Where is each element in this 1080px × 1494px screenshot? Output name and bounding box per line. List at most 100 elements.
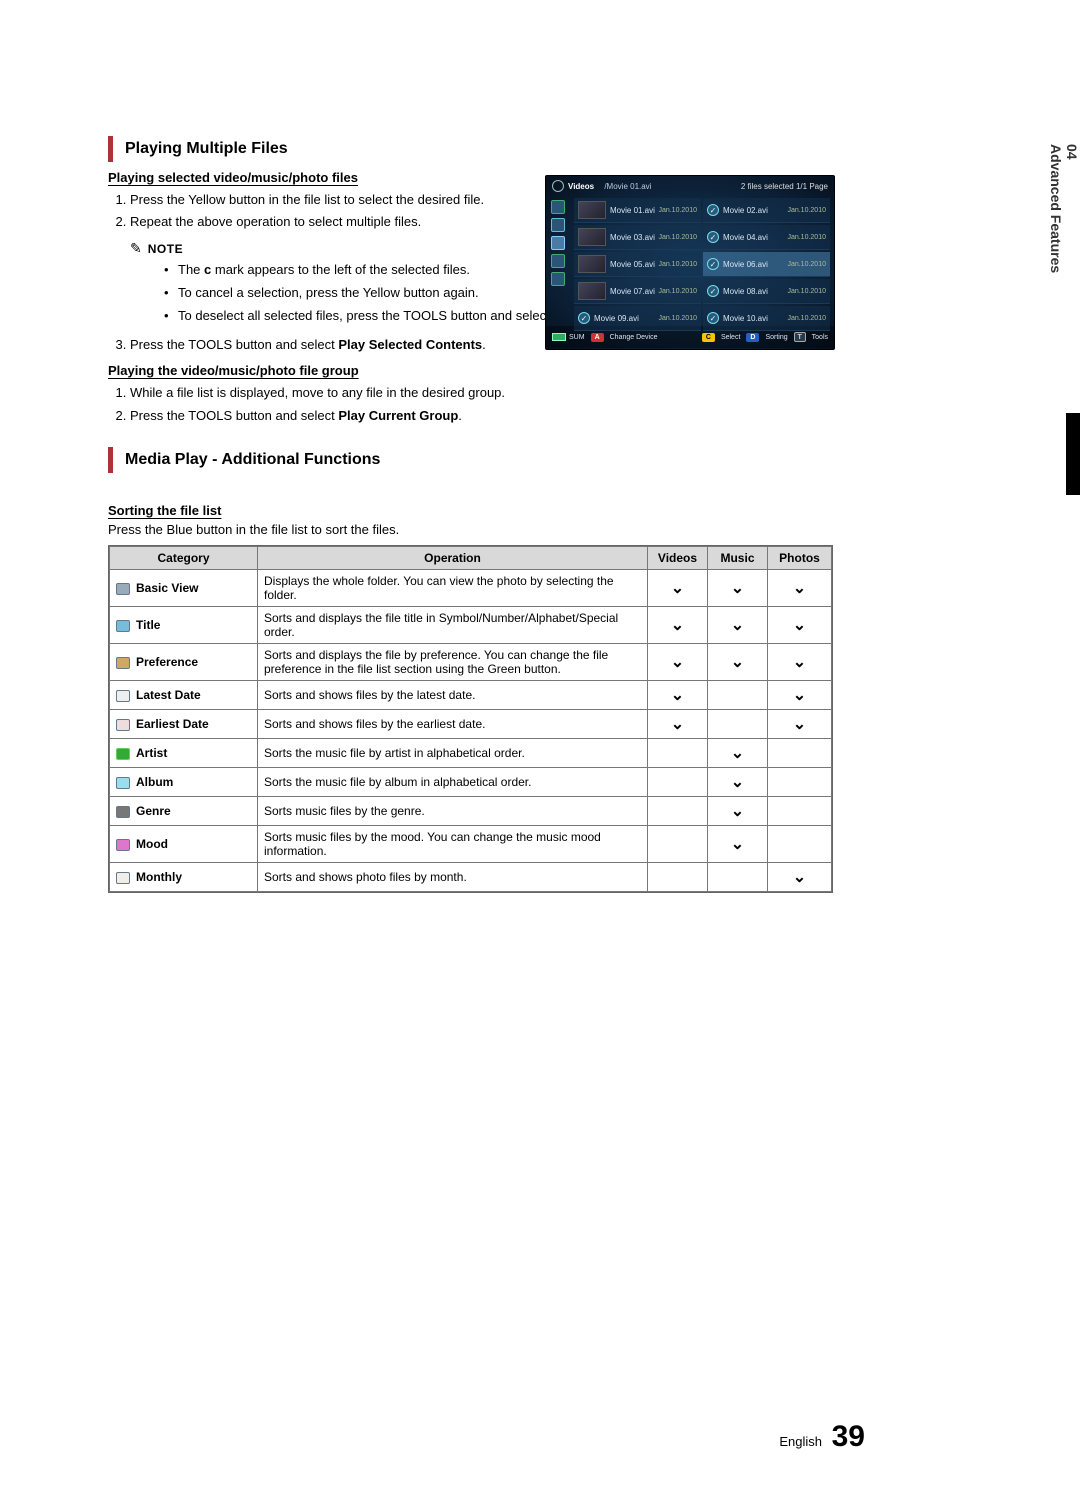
selected-check-icon: ✓ <box>578 312 590 324</box>
file-cell: Movie 03.aviJan.10.2010 <box>574 225 701 250</box>
support-cell: ⌄ <box>768 862 832 891</box>
check-icon: ⌄ <box>731 615 744 635</box>
heading-text: Media Play - Additional Functions <box>125 447 380 473</box>
step-2-1: While a file list is displayed, move to … <box>130 382 833 405</box>
selected-check-icon: ✓ <box>707 231 719 243</box>
category-cell: Title <box>110 606 258 643</box>
btn-c-label: Select <box>721 334 740 341</box>
side-icon <box>551 254 565 268</box>
category-name: Album <box>136 775 173 789</box>
file-name: Movie 02.avi <box>723 206 787 215</box>
file-cell: ✓Movie 06.aviJan.10.2010 <box>703 252 830 277</box>
btn-d-blue: D <box>746 333 759 342</box>
s3c: . <box>482 337 486 352</box>
check-icon: ⌄ <box>671 615 684 635</box>
btn-c-yellow: C <box>702 333 715 342</box>
heading-text: Playing Multiple Files <box>125 136 288 162</box>
category-icon <box>116 620 130 632</box>
file-name: Movie 10.avi <box>723 314 787 323</box>
file-cell: ✓Movie 09.aviJan.10.2010 <box>574 306 701 331</box>
check-icon: ⌄ <box>793 685 806 705</box>
s22b: Play Current Group <box>338 408 458 423</box>
check-icon: ⌄ <box>731 772 744 792</box>
file-cell: ✓Movie 04.aviJan.10.2010 <box>703 225 830 250</box>
operation-cell: Sorts and shows photo files by month. <box>258 862 648 891</box>
category-cell: Monthly <box>110 862 258 891</box>
category-icon <box>116 583 130 595</box>
btn-tools-label: Tools <box>812 334 828 341</box>
support-cell: ⌄ <box>648 569 708 606</box>
table-row: MoodSorts music files by the mood. You c… <box>110 825 832 862</box>
note-label: NOTE <box>148 242 183 256</box>
support-cell: ⌄ <box>648 680 708 709</box>
category-name: Basic View <box>136 581 198 595</box>
file-name: Movie 07.avi <box>610 287 658 296</box>
sort-intro: Press the Blue button in the file list t… <box>108 522 833 537</box>
category-icon <box>116 657 130 669</box>
videos-icon <box>552 180 564 192</box>
support-cell <box>708 862 768 891</box>
category-cell: Latest Date <box>110 680 258 709</box>
note-hand-icon: ✎ <box>130 240 142 257</box>
step-2-2: Press the TOOLS button and select Play C… <box>130 405 833 428</box>
note-1a: The <box>178 262 204 277</box>
shot-breadcrumb: Videos /Movie 01.avi <box>568 182 741 191</box>
category-name: Earliest Date <box>136 717 209 731</box>
category-cell: Album <box>110 767 258 796</box>
support-cell <box>768 796 832 825</box>
usb-icon <box>552 333 566 341</box>
category-name: Monthly <box>136 870 182 884</box>
heading-accent-icon <box>108 136 113 162</box>
thumbnail-icon <box>578 228 606 246</box>
check-mark-icon: c <box>204 262 211 277</box>
side-icon <box>551 218 565 232</box>
support-cell <box>648 767 708 796</box>
subhead-sorting: Sorting the file list <box>108 503 833 518</box>
th-music: Music <box>708 546 768 569</box>
category-icon <box>116 777 130 789</box>
file-cell: ✓Movie 08.aviJan.10.2010 <box>703 279 830 304</box>
table-row: PreferenceSorts and displays the file by… <box>110 643 832 680</box>
support-cell: ⌄ <box>708 643 768 680</box>
support-cell: ⌄ <box>648 606 708 643</box>
file-date: Jan.10.2010 <box>787 315 826 322</box>
check-icon: ⌄ <box>731 652 744 672</box>
sum-device: SUM <box>552 333 585 341</box>
page-number: 39 <box>832 1420 865 1453</box>
s3b: Play Selected Contents <box>338 337 482 352</box>
support-cell: ⌄ <box>768 680 832 709</box>
shot-section-label: Videos <box>568 182 594 191</box>
file-cell: Movie 07.aviJan.10.2010 <box>574 279 701 304</box>
support-cell <box>768 767 832 796</box>
file-name: Movie 03.avi <box>610 233 658 242</box>
support-cell: ⌄ <box>648 643 708 680</box>
support-cell: ⌄ <box>768 643 832 680</box>
category-icon <box>116 839 130 851</box>
file-cell: Movie 05.aviJan.10.2010 <box>574 252 701 277</box>
check-icon: ⌄ <box>731 801 744 821</box>
shot-path: /Movie 01.avi <box>604 182 651 191</box>
check-icon: ⌄ <box>731 834 744 854</box>
support-cell <box>708 680 768 709</box>
heading-additional-functions: Media Play - Additional Functions <box>108 447 833 473</box>
file-name: Movie 05.avi <box>610 260 658 269</box>
th-photos: Photos <box>768 546 832 569</box>
category-icon <box>116 719 130 731</box>
operation-cell: Sorts music files by the mood. You can c… <box>258 825 648 862</box>
check-icon: ⌄ <box>671 714 684 734</box>
table-row: TitleSorts and displays the file title i… <box>110 606 832 643</box>
chapter-number: 04 <box>1064 144 1080 267</box>
file-date: Jan.10.2010 <box>787 261 826 268</box>
heading-playing-multiple: Playing Multiple Files <box>108 136 833 162</box>
check-icon: ⌄ <box>793 615 806 635</box>
file-date: Jan.10.2010 <box>658 261 697 268</box>
file-date: Jan.10.2010 <box>658 234 697 241</box>
shot-file-grid: Movie 01.aviJan.10.2010✓Movie 02.aviJan.… <box>570 196 834 326</box>
table-row: GenreSorts music files by the genre.⌄ <box>110 796 832 825</box>
file-name: Movie 06.avi <box>723 260 787 269</box>
file-date: Jan.10.2010 <box>658 207 697 214</box>
category-cell: Artist <box>110 738 258 767</box>
th-operation: Operation <box>258 546 648 569</box>
chapter-side-label: 04 Advanced Features <box>1048 140 1080 273</box>
support-cell: ⌄ <box>768 606 832 643</box>
